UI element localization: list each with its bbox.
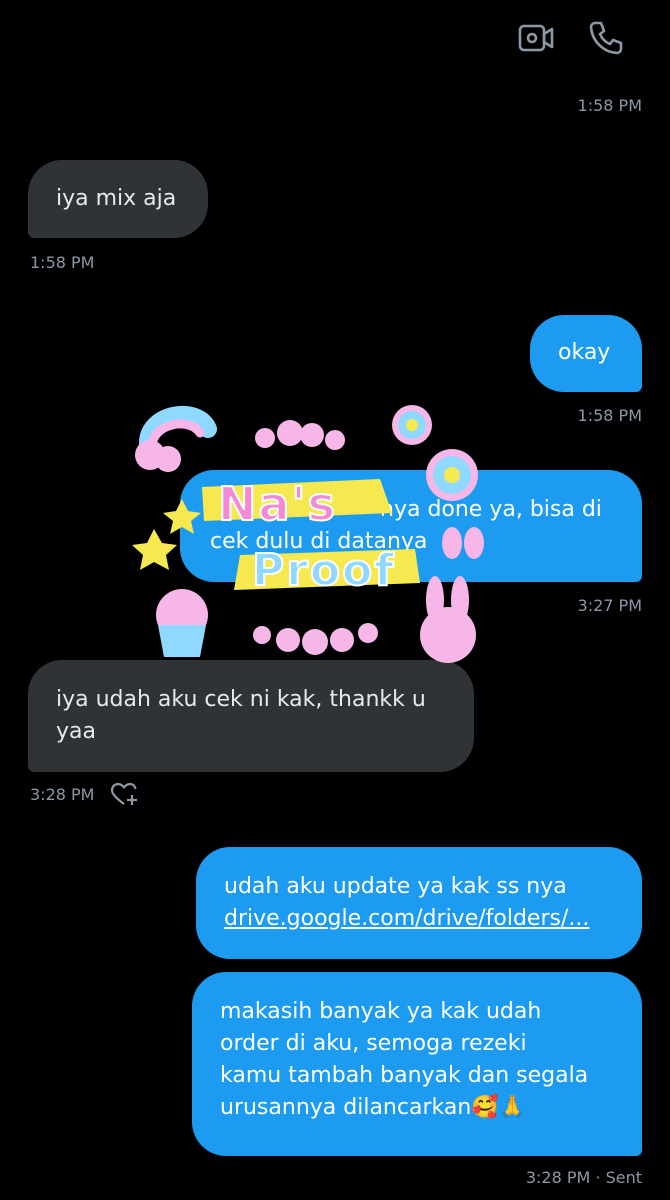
message-text-line: yaa (56, 719, 96, 744)
outgoing-message-bubble[interactable]: udah aku update ya kak ss nya drive.goog… (196, 847, 642, 959)
timestamp: 3:27 PM (577, 596, 642, 615)
message-text-line: kamu tambah banyak dan segala (220, 1063, 589, 1088)
timestamp: 3:28 PM (30, 785, 95, 804)
incoming-message-bubble[interactable]: iya mix aja (28, 160, 208, 238)
outgoing-message-bubble[interactable]: nya done ya, bisa di cek dulu di datanya (180, 470, 642, 582)
message-text-line: iya udah aku cek ni kak, thankk u (56, 687, 426, 712)
message-text-line: makasih banyak ya kak udah (220, 999, 542, 1024)
timestamp: 1:58 PM (577, 406, 642, 425)
drive-link[interactable]: drive.google.com/drive/folders/... (224, 903, 614, 935)
message-text-line: urusannya dilancarkan🥰🙏 (220, 1095, 527, 1120)
timestamp: 1:58 PM (30, 253, 95, 272)
outgoing-message-bubble[interactable]: okay (530, 315, 642, 392)
message-text-line: order di aku, semoga rezeki (220, 1031, 527, 1056)
phone-icon[interactable] (586, 18, 626, 58)
incoming-message-bubble[interactable]: iya udah aku cek ni kak, thankk u yaa (28, 660, 474, 772)
outgoing-message-bubble[interactable]: makasih banyak ya kak udah order di aku,… (192, 972, 642, 1156)
message-text-line: nya done ya, bisa di (380, 497, 602, 522)
video-call-icon[interactable] (516, 18, 556, 58)
message-text-line: udah aku update ya kak ss nya (224, 874, 567, 899)
message-text-line: cek dulu di datanya (210, 529, 428, 554)
message-text: iya mix aja (56, 186, 177, 211)
heart-plus-icon[interactable] (110, 782, 140, 808)
timestamp: 3:28 PM · Sent (525, 1168, 642, 1187)
timestamp: 1:58 PM (577, 96, 642, 115)
message-text: okay (558, 340, 611, 365)
